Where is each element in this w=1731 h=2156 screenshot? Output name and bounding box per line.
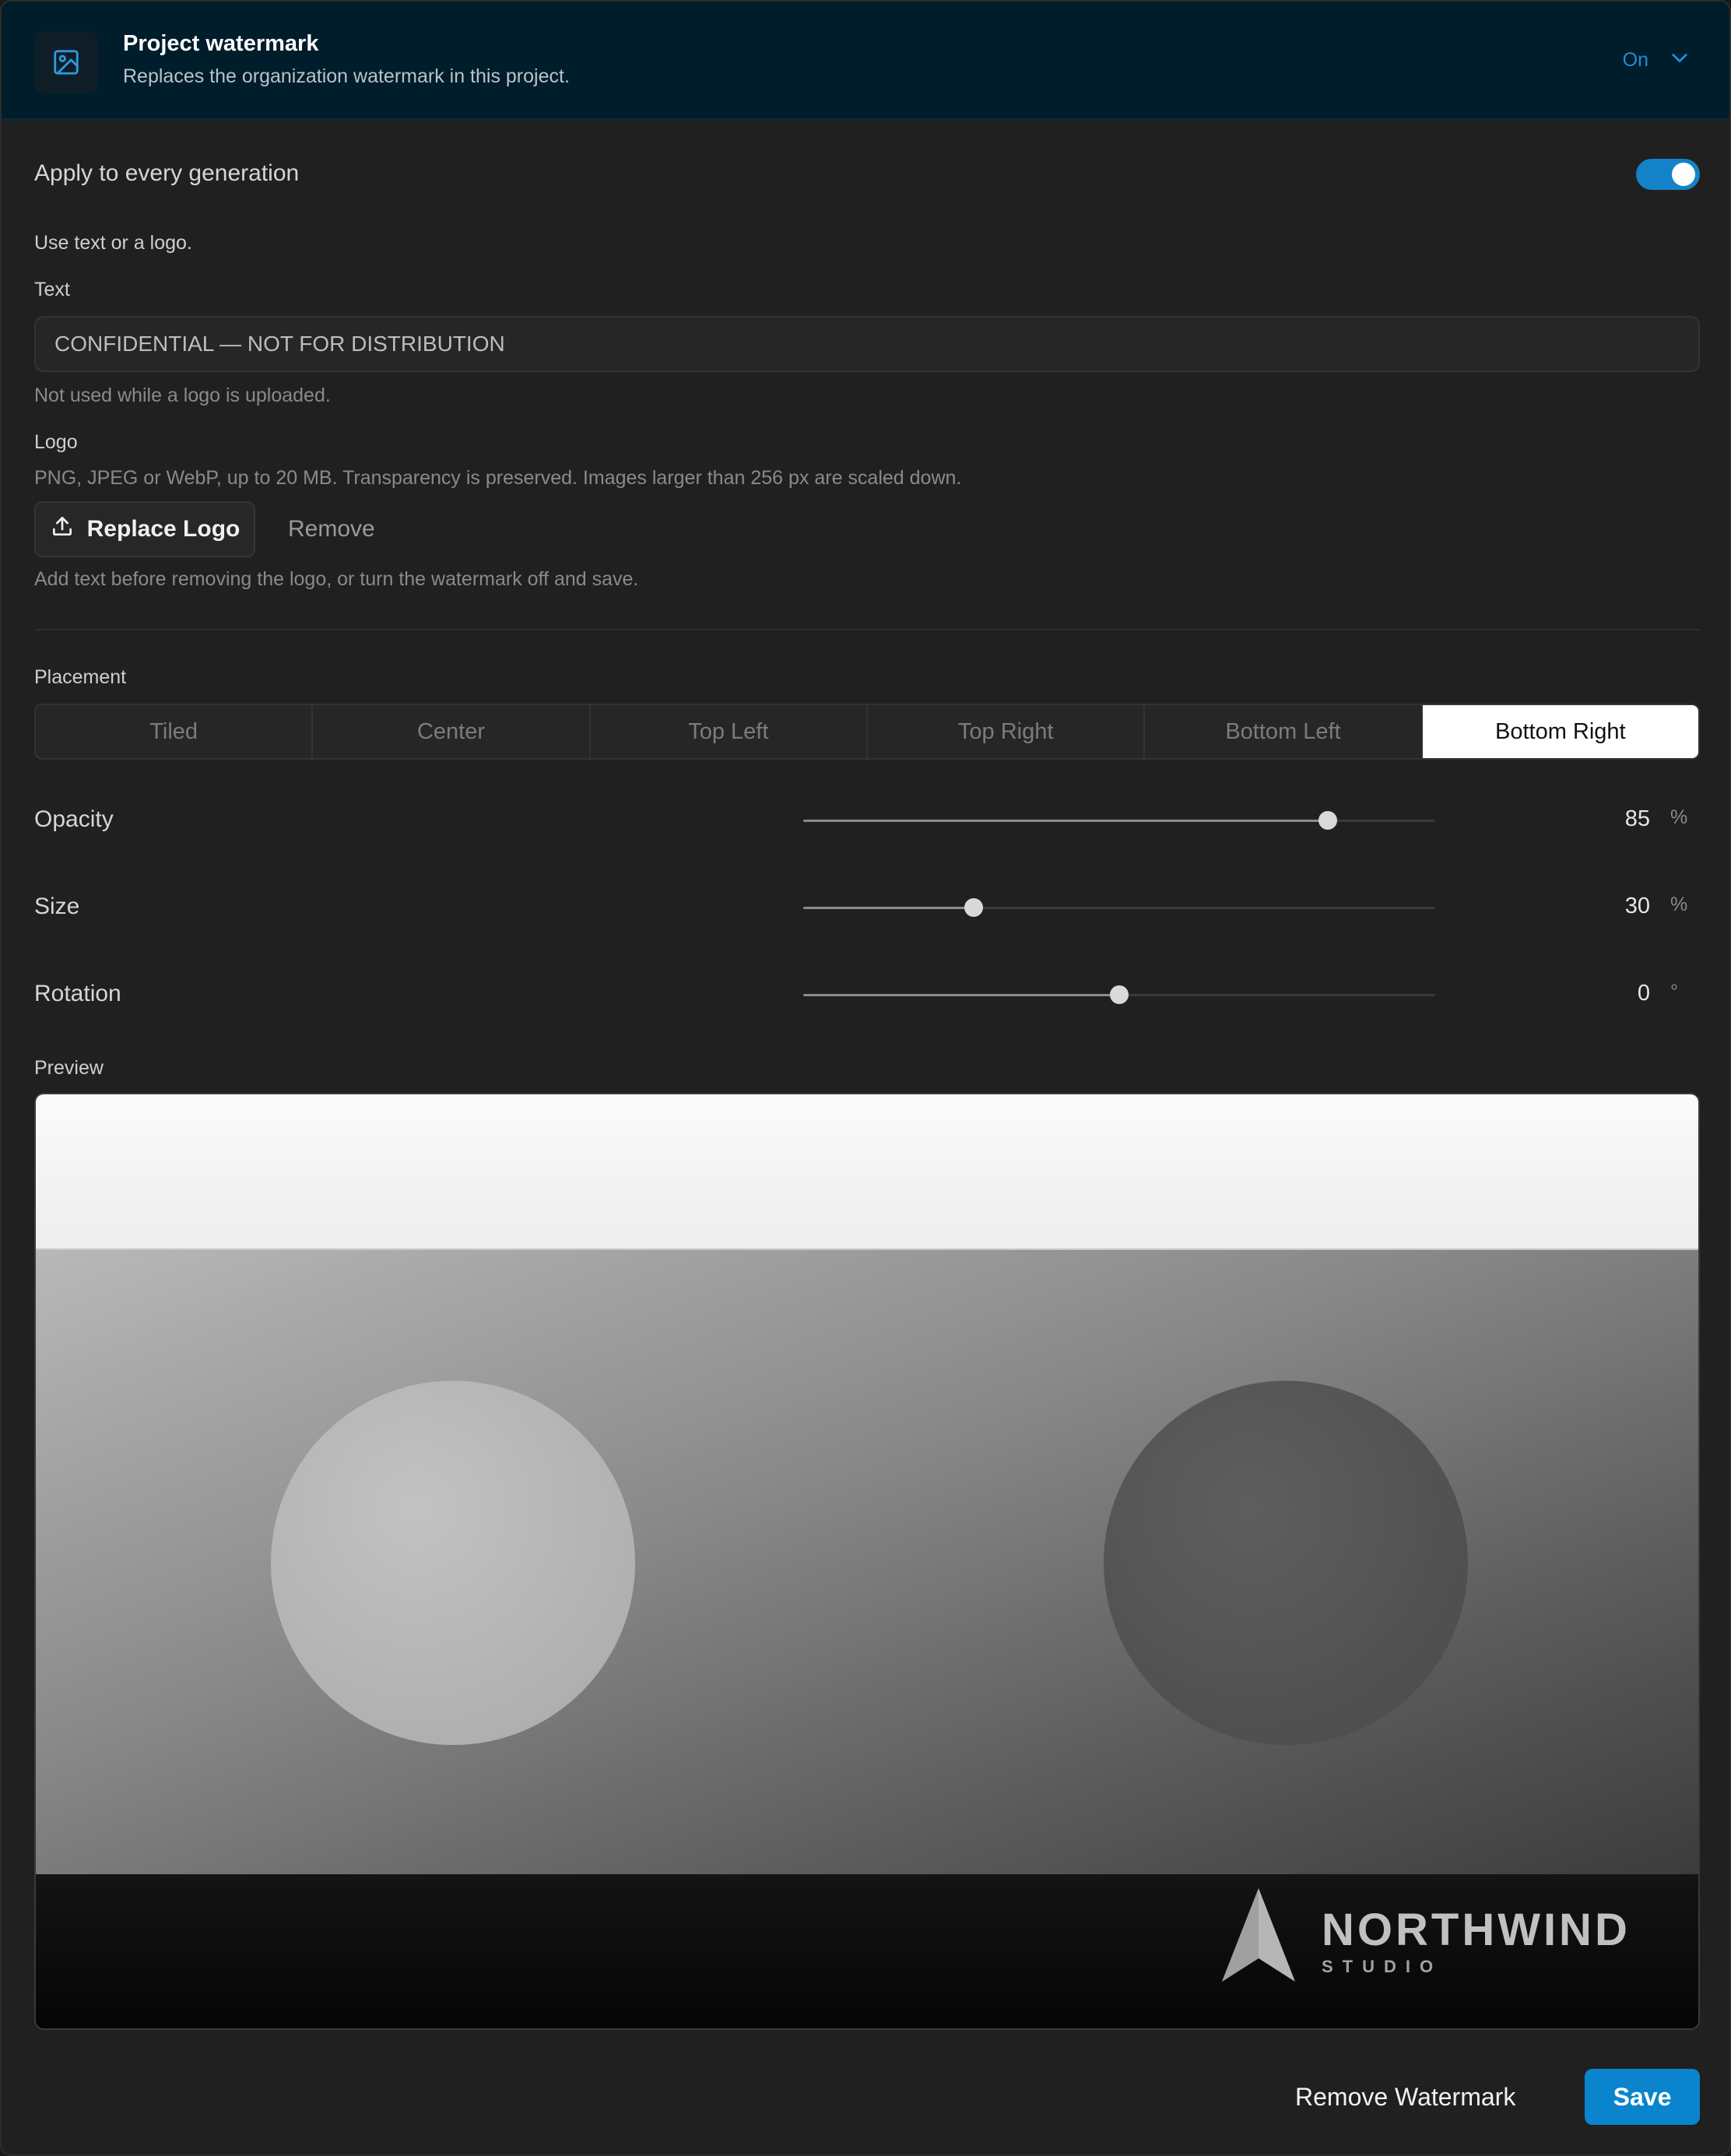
slider-fill — [803, 994, 1119, 996]
text-field-help: Not used while a logo is uploaded. — [34, 384, 331, 406]
size-slider[interactable] — [803, 898, 1435, 917]
size-row: Size 30 % — [2, 884, 1729, 931]
logo-help: PNG, JPEG or WebP, up to 20 MB. Transpar… — [34, 467, 962, 489]
placement-option-top-right[interactable]: Top Right — [868, 705, 1146, 758]
save-button[interactable]: Save — [1585, 2069, 1700, 2125]
opacity-slider[interactable] — [803, 811, 1435, 830]
watermark-text-input[interactable] — [34, 316, 1700, 372]
logo-note: Add text before removing the logo, or tu… — [34, 568, 639, 590]
opacity-label: Opacity — [34, 806, 114, 832]
arrow-logo-icon — [1222, 1888, 1295, 1982]
watermark-logo-name: NORTHWIND — [1322, 1905, 1631, 1955]
placement-option-bottom-right[interactable]: Bottom Right — [1422, 705, 1698, 758]
preview-light-circle — [271, 1381, 635, 1745]
size-value[interactable]: 30 — [1625, 894, 1650, 919]
slider-thumb[interactable] — [964, 898, 984, 917]
slider-fill — [803, 820, 1328, 822]
panel-subtitle: Replaces the organization watermark in t… — [123, 65, 570, 87]
chevron-down-icon[interactable] — [1669, 47, 1691, 74]
image-icon — [34, 31, 98, 93]
source-hint: Use text or a logo. — [34, 232, 192, 254]
watermark-logo: NORTHWIND STUDIO — [1192, 1882, 1628, 1991]
slider-thumb[interactable] — [1110, 985, 1129, 1004]
slider-fill — [803, 907, 974, 909]
placement-segmented-control: Tiled Center Top Left Top Right Bottom L… — [34, 704, 1700, 760]
panel-header[interactable]: Project watermark Replaces the organizat… — [2, 2, 1729, 120]
apply-toggle[interactable] — [1636, 159, 1700, 190]
remove-watermark-button[interactable]: Remove Watermark — [1278, 2069, 1533, 2125]
remove-logo-button[interactable]: Remove — [271, 501, 392, 557]
size-unit: % — [1670, 894, 1688, 915]
replace-logo-button[interactable]: Replace Logo — [34, 501, 255, 557]
preview-dark-circle — [1104, 1381, 1468, 1745]
placement-option-center[interactable]: Center — [313, 705, 591, 758]
preview-label: Preview — [34, 1057, 104, 1079]
preview-canvas: NORTHWIND STUDIO — [34, 1093, 1700, 2030]
slider-thumb[interactable] — [1318, 811, 1337, 830]
upload-icon — [50, 514, 75, 545]
rotation-unit: ° — [1670, 981, 1678, 1003]
text-field-label: Text — [34, 279, 70, 300]
status-label: On — [1622, 49, 1648, 71]
placement-option-tiled[interactable]: Tiled — [36, 705, 314, 758]
watermark-settings-panel: Project watermark Replaces the organizat… — [0, 0, 1731, 2156]
rotation-slider[interactable] — [803, 985, 1435, 1004]
rotation-value[interactable]: 0 — [1638, 981, 1650, 1006]
opacity-value[interactable]: 85 — [1625, 806, 1650, 832]
watermark-logo-subtitle: STUDIO — [1322, 1957, 1443, 1976]
rotation-row: Rotation 0 ° — [2, 971, 1729, 1018]
logo-label: Logo — [34, 431, 78, 453]
placement-option-top-left[interactable]: Top Left — [591, 705, 868, 758]
placement-option-bottom-left[interactable]: Bottom Left — [1145, 705, 1423, 758]
replace-logo-label: Replace Logo — [86, 516, 241, 542]
panel-title: Project watermark — [123, 31, 319, 56]
preview-band-top — [36, 1094, 1698, 1250]
opacity-unit: % — [1670, 806, 1688, 828]
rotation-label: Rotation — [34, 981, 121, 1006]
status-toggle[interactable]: On — [1623, 47, 1691, 74]
opacity-row: Opacity 85 % — [2, 797, 1729, 844]
size-label: Size — [34, 894, 80, 919]
placement-label: Placement — [34, 666, 127, 688]
apply-label: Apply to every generation — [34, 160, 300, 186]
toggle-knob — [1672, 163, 1695, 186]
section-divider — [34, 629, 1700, 630]
